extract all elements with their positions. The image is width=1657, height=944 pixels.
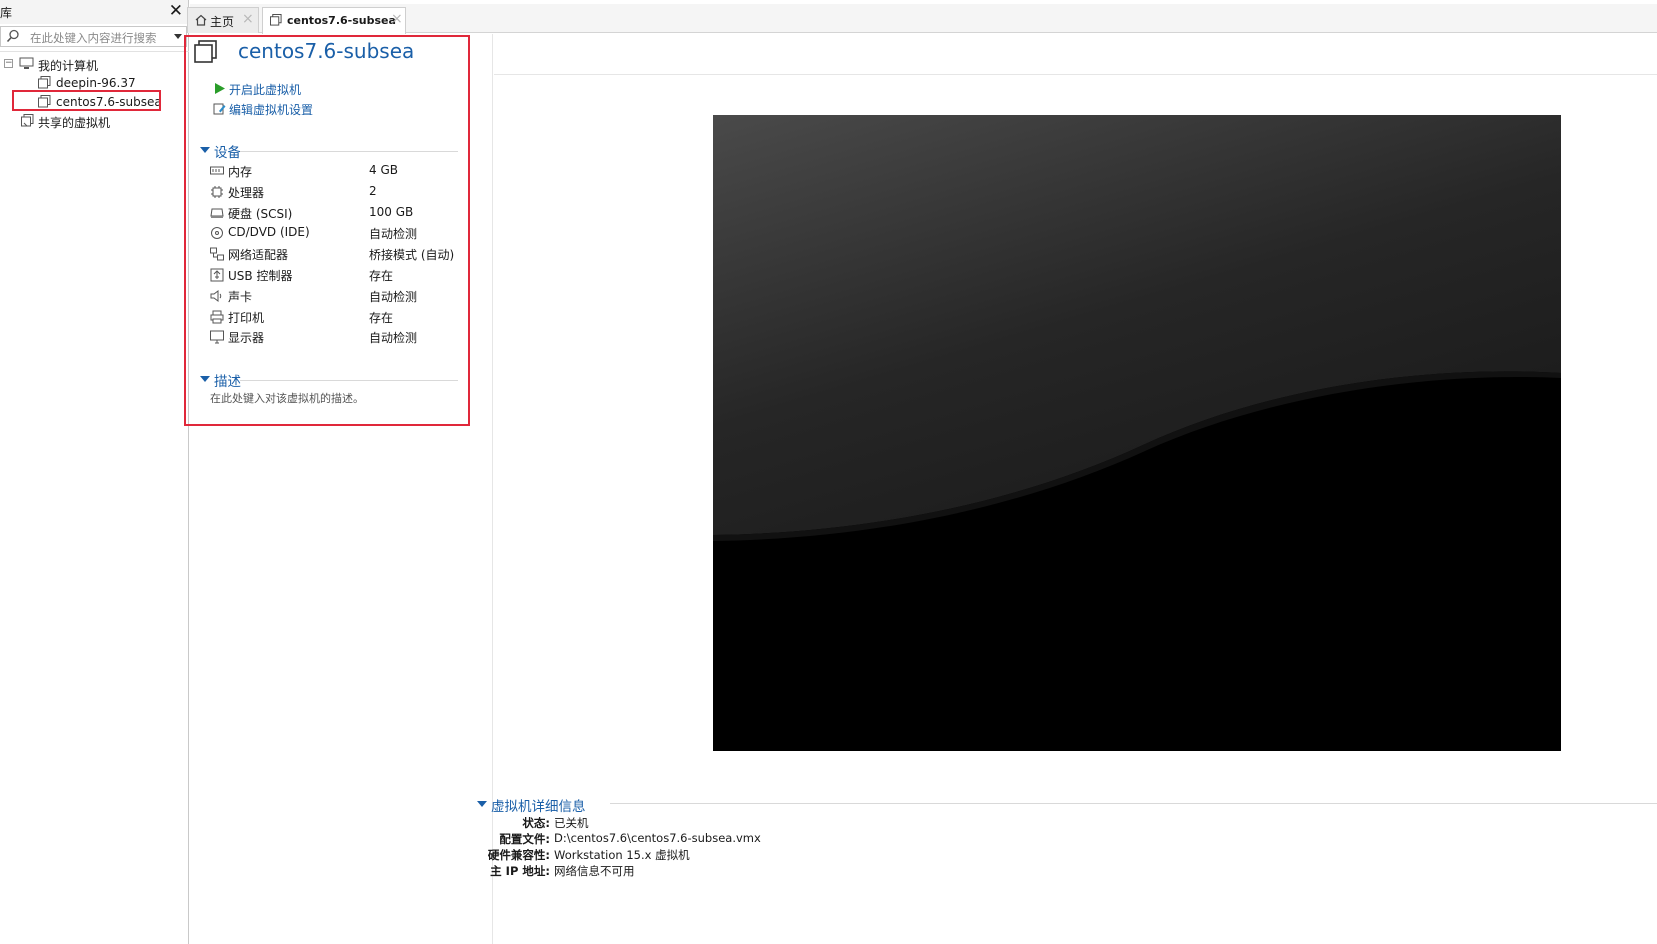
detail-row: 状态: 已关机 [190, 815, 1090, 831]
detail-key: 主 IP 地址: [490, 864, 550, 878]
close-icon[interactable]: ✕ [169, 1, 183, 21]
collapse-triangle-icon [477, 801, 487, 807]
detail-value: Workstation 15.x 虚拟机 [554, 848, 690, 862]
vm-thumbnail-image [713, 115, 1561, 751]
detail-value: 网络信息不可用 [554, 864, 635, 878]
search-placeholder: 在此处键入内容进行搜索 [30, 31, 157, 45]
divider [610, 803, 1657, 804]
detail-row: 配置文件: D:\centos7.6\centos7.6-subsea.vmx [190, 831, 1090, 847]
vm-summary-pane: centos7.6-subsea 开启此虚拟机 编辑虚拟机设置 设备 内存 4 G… [184, 34, 493, 944]
detail-key: 硬件兼容性: [487, 848, 550, 862]
tree-item-shared-vms[interactable]: 共享的虚拟机 [0, 112, 185, 131]
detail-row: 硬件兼容性: Workstation 15.x 虚拟机 [190, 847, 1090, 863]
tree-item-my-computer[interactable]: − 我的计算机 [0, 55, 185, 74]
home-icon [195, 14, 207, 26]
search-icon [6, 29, 19, 43]
main-area: 主页 × centos7.6-subsea × centos7.6-subsea… [184, 0, 1657, 944]
detail-value: 已关机 [554, 816, 589, 830]
detail-key: 状态: [522, 816, 550, 830]
library-panel: 库 ✕ 在此处键入内容进行搜索 − 我的计算机 deepin-96.37 cen… [0, 0, 189, 944]
close-icon[interactable]: × [242, 11, 254, 27]
divider [494, 74, 1657, 75]
library-header: 库 ✕ [0, 0, 188, 24]
section-title: 虚拟机详细信息 [491, 799, 586, 815]
shared-vm-icon [21, 114, 34, 127]
vm-details-section-header[interactable]: 虚拟机详细信息 [477, 795, 597, 815]
computer-icon [19, 57, 34, 69]
vm-icon [270, 14, 282, 26]
detail-key: 配置文件: [499, 832, 550, 846]
highlight-box [184, 35, 470, 426]
vm-icon [38, 76, 51, 89]
detail-row: 主 IP 地址: 网络信息不可用 [190, 863, 1090, 879]
chevron-down-icon[interactable] [174, 34, 182, 39]
close-icon[interactable]: × [391, 11, 403, 27]
tree-item-label: 共享的虚拟机 [38, 116, 111, 130]
tree-item-label: 我的计算机 [38, 59, 99, 73]
collapse-icon[interactable]: − [4, 59, 13, 68]
highlight-box [12, 90, 161, 111]
divider [0, 51, 189, 52]
tab-label: centos7.6-subsea [287, 14, 396, 27]
tab-bar: 主页 × centos7.6-subsea × [187, 4, 1657, 34]
tab-vm[interactable]: centos7.6-subsea × [262, 7, 406, 34]
tab-label: 主页 [210, 15, 235, 29]
vm-screen-preview[interactable] [713, 115, 1561, 751]
tree-item-label: deepin-96.37 [56, 76, 136, 90]
library-search-input[interactable]: 在此处键入内容进行搜索 [0, 26, 187, 47]
tab-home[interactable]: 主页 × [187, 7, 259, 33]
library-title: 库 [0, 6, 13, 20]
detail-value: D:\centos7.6\centos7.6-subsea.vmx [554, 831, 761, 845]
